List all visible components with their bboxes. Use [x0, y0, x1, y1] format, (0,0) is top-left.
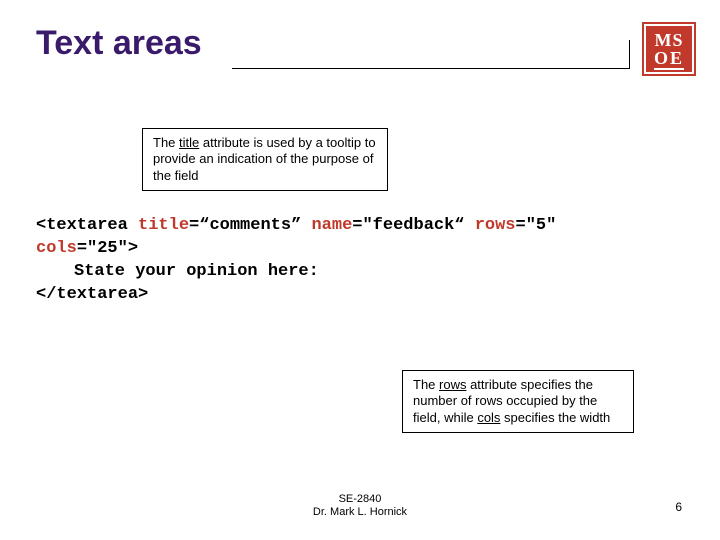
callout1-prefix: The	[153, 135, 179, 150]
code-example: <textarea title=“comments” name="feedbac…	[36, 215, 684, 307]
msoe-logo: MS OE	[642, 22, 696, 76]
callout2-kw2: cols	[477, 410, 500, 425]
logo-line-2: OE	[654, 49, 684, 70]
callout-rows-cols: The rows attribute specifies the number …	[402, 370, 634, 433]
code-close-tag: </textarea>	[36, 285, 148, 304]
code-eq3: ="5"	[516, 216, 557, 235]
title-divider	[232, 68, 630, 69]
code-open-tag: <textarea	[36, 216, 138, 235]
footer-course: SE-2840	[0, 493, 720, 507]
page-number: 6	[675, 500, 682, 514]
code-attr-title: title	[138, 216, 189, 235]
footer-author: Dr. Mark L. Hornick	[0, 506, 720, 520]
slide-title: Text areas	[36, 24, 202, 63]
callout1-keyword: title	[179, 135, 199, 150]
callout2-rest: specifies the width	[500, 410, 610, 425]
title-divider-vertical	[629, 40, 630, 68]
code-eq1: =“comments”	[189, 216, 311, 235]
callout-title-attribute: The title attribute is used by a tooltip…	[142, 128, 388, 191]
logo-line-1: MS	[655, 31, 684, 49]
callout2-prefix: The	[413, 377, 439, 392]
code-eq2: ="feedback“	[352, 216, 474, 235]
footer: SE-2840 Dr. Mark L. Hornick	[0, 493, 720, 521]
code-eq4: ="25">	[77, 239, 138, 258]
code-attr-cols: cols	[36, 239, 77, 258]
code-content: State your opinion here:	[74, 262, 319, 281]
code-attr-rows: rows	[475, 216, 516, 235]
callout2-kw1: rows	[439, 377, 466, 392]
code-attr-name: name	[311, 216, 352, 235]
